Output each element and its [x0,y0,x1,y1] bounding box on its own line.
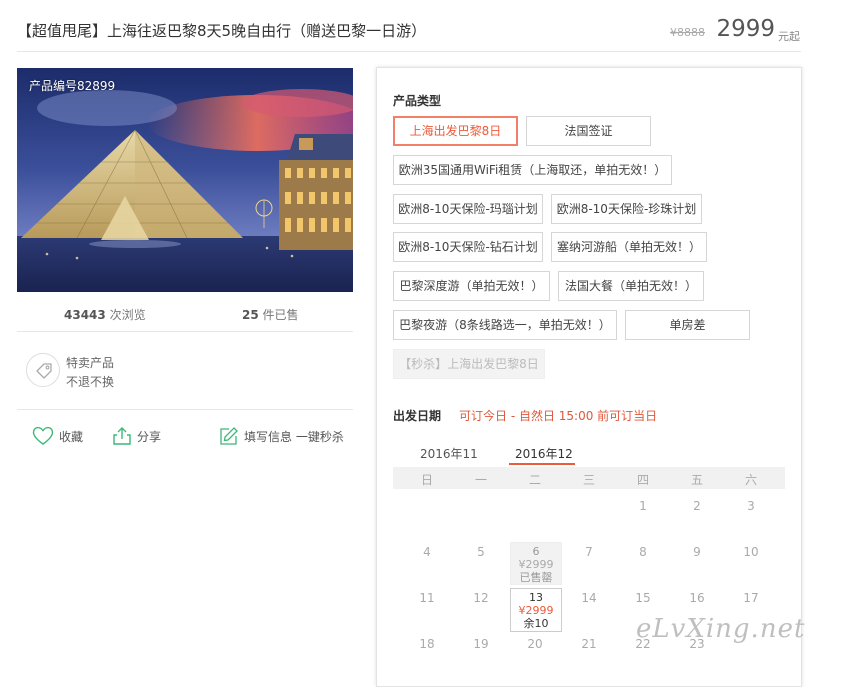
product-id-label: 产品编号82899 [29,79,116,93]
weekday-wed: 三 [582,473,595,487]
option-french-dinner[interactable]: 法国大餐（单拍无效！） [558,271,704,301]
tag-icon [26,353,60,387]
calendar-weekday-header: 日 一 二 三 四 五 六 [393,467,785,489]
option-france-visa[interactable]: 法国签证 [526,116,651,146]
option-paris-deep-tour[interactable]: 巴黎深度游（单拍无效！） [393,271,550,301]
original-price: ¥8888 [670,26,705,39]
calendar-day-available[interactable]: 13 ¥2999 余10 [510,588,562,632]
calendar-day: 2 [693,499,701,513]
month-tab-dec[interactable]: 2016年12 [515,445,573,462]
calendar-day: 4 [423,545,431,559]
calendar-day: 14 [581,591,597,605]
calendar-day: 5 [477,545,485,559]
calendar-day: 11 [419,591,435,605]
option-insurance-diamond[interactable]: 欧洲8-10天保险-钻石计划 [393,232,543,262]
option-insurance-agate[interactable]: 欧洲8-10天保险-玛瑙计划 [393,194,543,224]
option-seine-cruise[interactable]: 塞纳河游船（单拍无效！） [551,232,707,262]
calendar-day: 21 [581,637,597,651]
booking-panel: 产品类型 上海出发巴黎8日 法国签证 欧洲35国通用WiFi租赁（上海取还，单拍… [376,67,802,687]
louvre-pyramid-image [17,68,353,292]
view-count: 43443 次浏览 [64,308,146,322]
month-tab-nov[interactable]: 2016年11 [420,445,478,462]
product-header: 【超值甩尾】上海往返巴黎8天5晚自由行（赠送巴黎一日游） ¥8888 2999 … [17,14,801,52]
calendar-day-soldout: 6 ¥2999 已售罄 [510,542,562,585]
calendar-day: 7 [585,545,593,559]
price-unit: 元起 [778,30,800,43]
active-month-indicator [509,463,575,465]
promo-policy: 不退不换 [66,375,115,389]
weekday-tue: 二 [528,473,541,487]
promo-type: 特卖产品 [66,356,115,370]
calendar-day: 20 [527,637,543,651]
calendar-day: 19 [473,637,489,651]
current-price: 2999 [716,16,775,42]
heart-icon [32,426,54,445]
departure-note: 可订今日 - 自然日 15:00 前可订当日 [459,409,658,423]
calendar-day: 1 [639,499,647,513]
product-title: 【超值甩尾】上海往返巴黎8天5晚自由行（赠送巴黎一日游） [17,22,427,40]
fill-info-label: 填写信息 一键秒杀 [244,429,344,444]
departure-date-label: 出发日期 [393,409,442,423]
fill-info-button[interactable]: 填写信息 一键秒杀 [219,426,344,446]
calendar-day: 16 [689,591,705,605]
share-label: 分享 [137,429,162,444]
weekday-fri: 五 [690,473,703,487]
action-bar: 收藏 分享 填写信息 一键秒杀 [17,424,353,452]
option-flash-sale: 【秒杀】上海出发巴黎8日 [393,349,545,379]
option-shanghai-paris-8d[interactable]: 上海出发巴黎8日 [393,116,518,146]
calendar-day: 9 [693,545,701,559]
product-stats: 43443 次浏览 25 件已售 [17,296,353,332]
share-button[interactable]: 分享 [112,426,161,446]
share-icon [113,427,131,445]
edit-icon [220,427,238,445]
calendar-day: 18 [419,637,435,651]
option-paris-night-tour[interactable]: 巴黎夜游（8条线路选一，单拍无效！） [393,310,617,340]
calendar-day: 12 [473,591,489,605]
option-wifi-rental[interactable]: 欧洲35国通用WiFi租赁（上海取还，单拍无效！） [393,155,672,185]
weekday-sun: 日 [420,473,433,487]
option-insurance-pearl[interactable]: 欧洲8-10天保险-珍珠计划 [551,194,702,224]
calendar-day: 15 [635,591,651,605]
option-single-room[interactable]: 单房差 [625,310,750,340]
calendar-day: 8 [639,545,647,559]
favorite-button[interactable]: 收藏 [32,426,83,446]
weekday-thu: 四 [636,473,649,487]
weekday-sat: 六 [744,473,757,487]
calendar-day: 17 [743,591,759,605]
calendar-day: 3 [747,499,755,513]
product-type-label: 产品类型 [393,94,442,108]
site-watermark: eLvXing.net [636,614,806,644]
product-photo: 产品编号82899 [17,68,353,292]
promo-info: 特卖产品 不退不换 [17,342,353,410]
weekday-mon: 一 [474,473,487,487]
calendar-day: 10 [743,545,759,559]
sold-count: 25 件已售 [242,308,299,322]
favorite-label: 收藏 [59,429,84,444]
